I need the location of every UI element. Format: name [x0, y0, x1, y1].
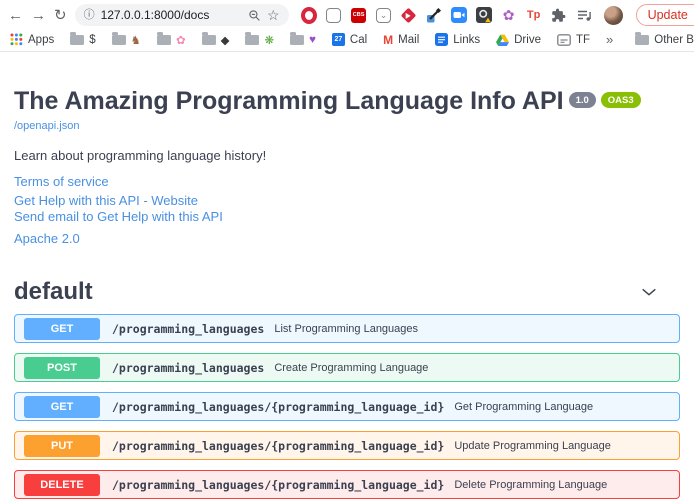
chevron-down-icon[interactable] — [640, 283, 658, 301]
bookmark-label: Mail — [398, 34, 419, 46]
site-info-icon[interactable]: ⓘ — [84, 10, 95, 21]
color-picker-icon[interactable] — [426, 7, 442, 23]
help-email-link[interactable]: Send email to Get Help with this API — [14, 209, 680, 225]
terms-of-service-link[interactable]: Terms of service — [14, 174, 680, 189]
browser-toolbar: ← → ↻ ⓘ 127.0.0.1:8000/docs ☆ CBS ⌄ ✿ Tp Up… — [0, 0, 694, 30]
bookmark-drive[interactable]: Drive — [496, 34, 541, 46]
default-section-header[interactable]: default — [14, 278, 680, 306]
bookmarks-overflow-chevron[interactable]: » — [606, 32, 613, 47]
pocket-icon[interactable]: ⌄ — [376, 7, 392, 23]
help-website-link[interactable]: Get Help with this API - Website — [14, 193, 680, 209]
version-badge: 1.0 — [569, 92, 596, 108]
bookmark-folder-pink[interactable]: ✿ — [157, 33, 186, 47]
extensions-row: CBS ⌄ ✿ Tp — [301, 7, 592, 23]
address-bar[interactable]: ⓘ 127.0.0.1:8000/docs ☆ — [75, 4, 289, 26]
bookmark-cal[interactable]: 27Cal — [332, 33, 367, 46]
endpoint-path: /programming_languages — [112, 361, 264, 375]
method-badge: PUT — [24, 435, 100, 457]
endpoints: GET/programming_languages List Programmin… — [14, 314, 680, 499]
update-button[interactable]: Update ⋮ — [636, 4, 694, 26]
endpoint-summary: List Programming Languages — [274, 323, 418, 335]
profile-avatar[interactable] — [604, 6, 623, 25]
bookmark-label: ❋ — [264, 33, 274, 47]
section-title: default — [14, 278, 93, 306]
session-gear-icon[interactable] — [476, 7, 492, 23]
zoom-camera-icon[interactable] — [451, 7, 467, 23]
swagger-docs-page: The Amazing Programming Language Info AP… — [0, 88, 694, 499]
bookmark-label: ◆ — [221, 33, 230, 47]
chat-bubble-icon[interactable] — [326, 7, 342, 23]
endpoint-row-get[interactable]: GET/programming_languages List Programmin… — [14, 314, 680, 343]
bookmark-label: TF — [576, 34, 590, 46]
flower-icon[interactable]: ✿ — [501, 7, 517, 23]
bookmark-star-icon[interactable]: ☆ — [267, 8, 280, 22]
endpoint-path: /programming_languages — [112, 322, 264, 336]
bookmark-label: Apps — [28, 34, 54, 46]
bookmark-folder-grad[interactable]: ◆ — [202, 33, 230, 47]
endpoint-path: /programming_languages/{programming_lang… — [112, 439, 444, 453]
endpoint-summary: Create Programming Language — [274, 362, 428, 374]
api-title-row: The Amazing Programming Language Info AP… — [14, 88, 680, 116]
bookmark-folder-green[interactable]: ❋ — [245, 33, 274, 47]
endpoint-summary: Get Programming Language — [454, 401, 593, 413]
extensions-puzzle-icon[interactable] — [551, 7, 567, 23]
reload-icon[interactable]: ↻ — [54, 8, 67, 23]
bookmark-label: ♞ — [131, 33, 141, 47]
oas3-badge: OAS3 — [601, 92, 641, 108]
endpoint-row-put[interactable]: PUT/programming_languages/{programming_l… — [14, 431, 680, 460]
bookmark-mail[interactable]: MMail — [383, 33, 419, 47]
endpoint-summary: Update Programming Language — [454, 440, 611, 452]
bookmarks-bar: » Other Bookmarks Apps $ ♞ ✿ ◆ ❋ ♥ 27Cal MMail Li… — [0, 30, 694, 52]
bookmark-label: ♥ — [309, 34, 316, 46]
endpoint-path: /programming_languages/{programming_lang… — [112, 400, 444, 414]
update-label: Update — [648, 8, 688, 22]
license-link[interactable]: Apache 2.0 — [14, 231, 680, 246]
endpoint-row-get[interactable]: GET/programming_languages/{programming_l… — [14, 392, 680, 421]
bookmark-folder-heart[interactable]: ♥ — [290, 34, 316, 46]
method-badge: GET — [24, 318, 100, 340]
openapi-json-link[interactable]: /openapi.json — [14, 120, 79, 132]
folder-icon — [635, 35, 649, 45]
cbs-icon[interactable]: CBS — [351, 7, 367, 23]
other-bookmarks[interactable]: Other Bookmarks — [635, 34, 694, 46]
bookmark-apps[interactable]: Apps — [10, 33, 54, 46]
method-badge: GET — [24, 396, 100, 418]
endpoint-row-post[interactable]: POST/programming_languages Create Program… — [14, 353, 680, 382]
bookmark-links[interactable]: Links — [435, 33, 480, 46]
bookmark-label: Links — [453, 34, 480, 46]
adguard-icon[interactable] — [401, 7, 417, 23]
tp-icon[interactable]: Tp — [526, 7, 542, 23]
bookmark-label: ✿ — [176, 33, 186, 47]
bookmark-tf[interactable]: TF — [557, 34, 590, 46]
other-bookmarks-label: Other Bookmarks — [654, 34, 694, 46]
method-badge: POST — [24, 357, 100, 379]
playlist-icon[interactable] — [576, 7, 592, 23]
bookmark-folder-money[interactable]: $ — [70, 34, 95, 46]
forward-icon[interactable]: → — [31, 8, 46, 23]
bookmark-label: Drive — [514, 34, 541, 46]
page-title: The Amazing Programming Language Info AP… — [14, 88, 564, 116]
bookmark-folder-horse[interactable]: ♞ — [112, 33, 141, 47]
url-text[interactable]: 127.0.0.1:8000/docs — [101, 8, 242, 22]
adblocker-icon[interactable] — [301, 7, 317, 23]
zoom-out-icon[interactable] — [248, 9, 261, 22]
bookmark-label: Cal — [350, 34, 367, 46]
api-description: Learn about programming language history… — [14, 148, 680, 163]
bookmark-label: $ — [89, 34, 95, 46]
back-icon[interactable]: ← — [8, 8, 23, 23]
